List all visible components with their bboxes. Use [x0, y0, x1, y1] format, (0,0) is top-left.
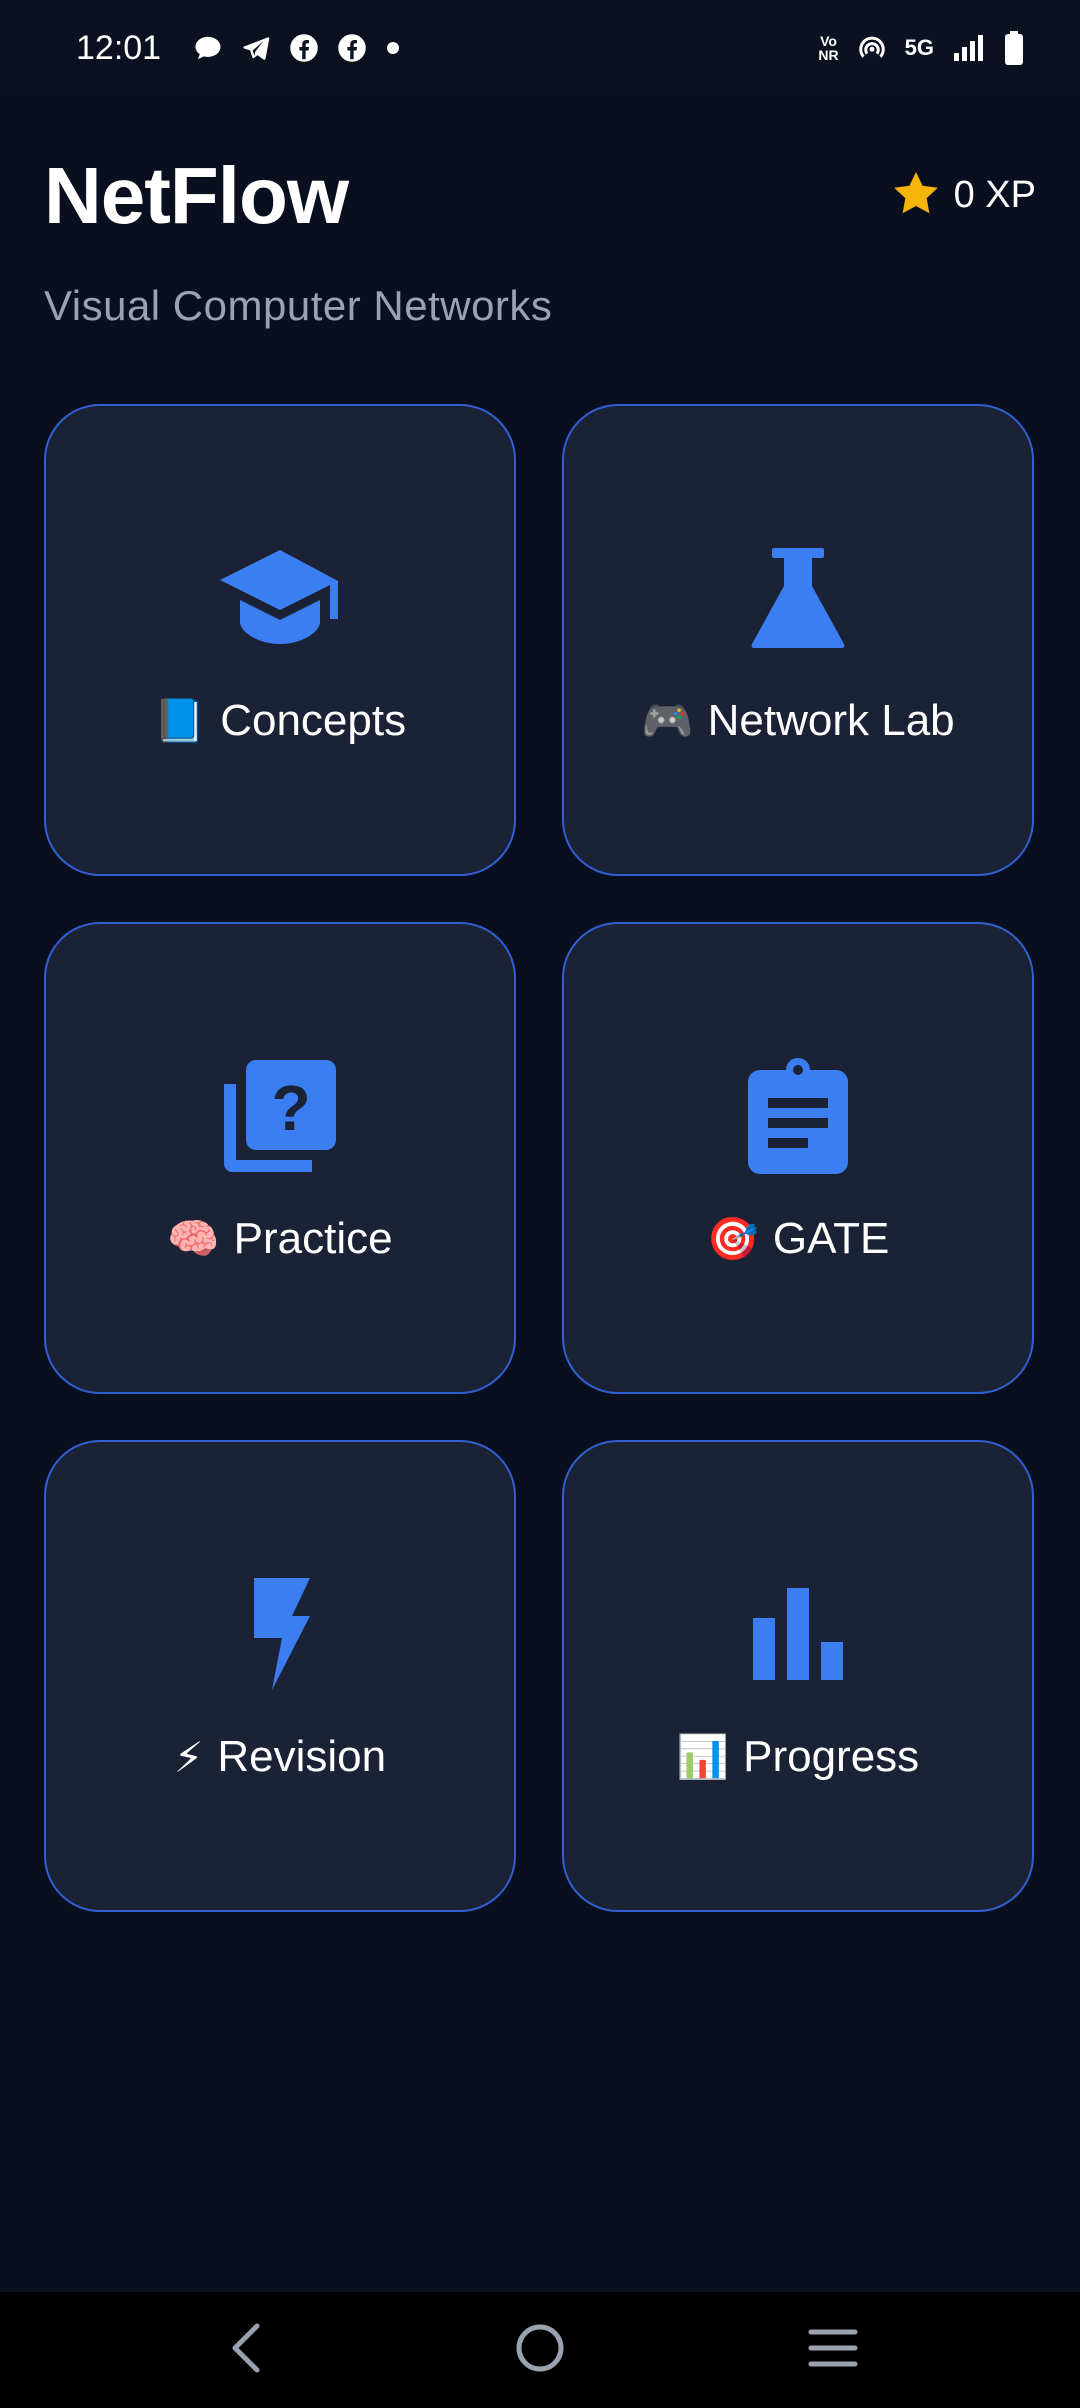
card-title: Revision [217, 1732, 387, 1781]
card-emoji: 📊 [676, 1732, 730, 1781]
bar-chart-icon [734, 1570, 862, 1698]
card-progress[interactable]: 📊 Progress [562, 1440, 1034, 1912]
status-left: 12:01 [76, 29, 401, 68]
flask-icon [734, 534, 862, 662]
clipboard-icon [734, 1052, 862, 1180]
app-screen: 12:01 Vo NR 5G NetFlow 0 XP Visual Compu… [0, 0, 1080, 2408]
xp-badge[interactable]: 0 XP [892, 170, 1036, 221]
card-emoji: 🎮 [641, 696, 694, 745]
status-time: 12:01 [76, 28, 162, 67]
card-title: Network Lab [707, 696, 955, 745]
dot-icon [385, 40, 401, 56]
card-network-lab[interactable]: 🎮 Network Lab [562, 404, 1034, 876]
star-icon [892, 170, 940, 221]
back-button[interactable] [187, 2300, 307, 2400]
graduation-cap-icon [216, 534, 344, 662]
card-revision[interactable]: ⚡ Revision [44, 1440, 516, 1912]
card-label: ⚡ Revision [174, 1732, 386, 1782]
recents-button[interactable] [773, 2300, 893, 2400]
system-nav-bar [0, 2292, 1080, 2408]
card-label: 📊 Progress [677, 1732, 919, 1782]
chat-bubble-icon [193, 33, 223, 63]
hotspot-icon [857, 33, 887, 63]
svg-text:?: ? [271, 1072, 310, 1144]
home-icon [514, 2322, 566, 2379]
card-label: 📘 Concepts [154, 696, 406, 746]
card-label: 🎯 GATE [707, 1214, 890, 1264]
home-button[interactable] [480, 2300, 600, 2400]
facebook-icon [289, 33, 319, 63]
card-emoji: 🎯 [706, 1214, 759, 1263]
page-title: NetFlow [44, 151, 349, 240]
volte-icon: Vo NR [818, 34, 838, 62]
card-concepts[interactable]: 📘 Concepts [44, 404, 516, 876]
signal-icon [952, 33, 986, 63]
facebook-icon [337, 33, 367, 63]
xp-value: 0 XP [953, 174, 1036, 216]
card-emoji: 📘 [153, 696, 207, 745]
menu-icon [807, 2326, 859, 2375]
volte-bottom: NR [818, 47, 839, 63]
card-title: Concepts [220, 696, 407, 745]
back-icon [227, 2322, 267, 2379]
telegram-icon [241, 33, 271, 63]
feature-grid: 📘 Concepts 🎮 Network Lab ? 🧠 Practice 🎯 … [44, 404, 1034, 1912]
card-emoji: 🧠 [167, 1214, 220, 1263]
network-type: 5G [904, 35, 934, 60]
quiz-icon: ? [216, 1052, 344, 1180]
battery-icon [1004, 31, 1024, 65]
bolt-icon [216, 1570, 344, 1698]
card-label: 🎮 Network Lab [641, 696, 954, 746]
status-bar: 12:01 Vo NR 5G [0, 0, 1080, 96]
volte-top: Vo [820, 33, 837, 49]
status-right: Vo NR 5G [818, 31, 1024, 65]
card-gate[interactable]: 🎯 GATE [562, 922, 1034, 1394]
page-subtitle: Visual Computer Networks [44, 282, 553, 329]
card-title: Progress [743, 1732, 920, 1781]
card-label: 🧠 Practice [167, 1214, 392, 1264]
card-title: GATE [772, 1214, 890, 1263]
card-emoji: ⚡ [173, 1732, 204, 1782]
card-title: Practice [233, 1214, 393, 1263]
card-practice[interactable]: ? 🧠 Practice [44, 922, 516, 1394]
